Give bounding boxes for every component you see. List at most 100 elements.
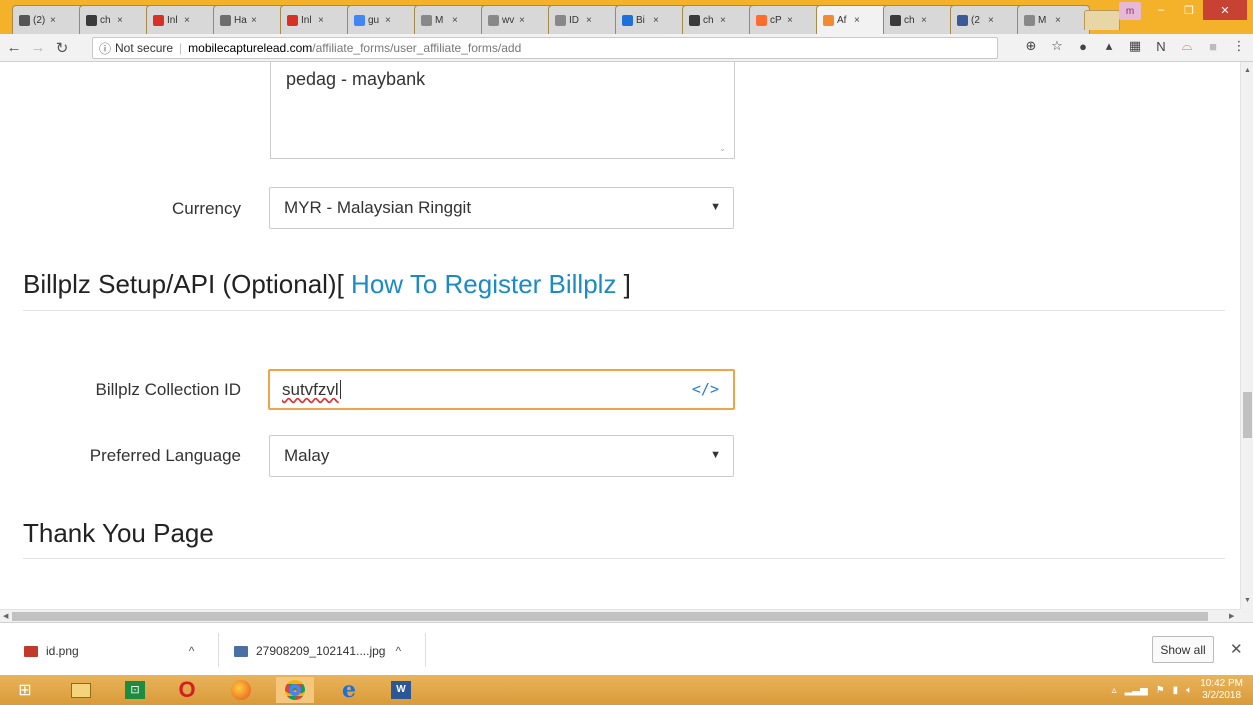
extension-n-icon[interactable]: N: [1153, 39, 1169, 54]
extension-grid-icon[interactable]: ▦: [1127, 38, 1143, 54]
register-billplz-link[interactable]: How To Register Billplz: [351, 269, 616, 299]
tab-favicon-icon: [622, 14, 633, 26]
browser-tab[interactable]: Bi ×: [615, 5, 688, 34]
battery-icon[interactable]: ▮: [1173, 685, 1179, 696]
code-icon[interactable]: </>: [692, 380, 719, 398]
store-icon[interactable]: ⊡: [116, 677, 154, 703]
show-all-button[interactable]: Show all: [1152, 636, 1214, 663]
browser-tab[interactable]: M ×: [1017, 5, 1090, 34]
tab-close-icon[interactable]: ×: [385, 15, 391, 26]
collection-id-label: Billplz Collection ID: [95, 380, 242, 399]
scroll-right-icon[interactable]: ▶: [1229, 612, 1234, 620]
tab-label: Af: [837, 15, 847, 26]
scroll-down-icon[interactable]: ▼: [1244, 597, 1251, 604]
minimize-icon[interactable]: ‒: [1147, 0, 1175, 20]
tab-close-icon[interactable]: ×: [921, 15, 927, 26]
extension-ship-icon[interactable]: ▴: [1101, 38, 1117, 54]
tray-expand-icon[interactable]: ▵: [1112, 685, 1117, 696]
download-separator: [218, 633, 219, 667]
bookmark-star-icon[interactable]: ☆: [1049, 38, 1065, 54]
forward-icon[interactable]: →: [28, 39, 48, 56]
horizontal-scrollbar[interactable]: ◀ ▶: [0, 609, 1240, 622]
flag-icon[interactable]: ⚑: [1156, 685, 1165, 696]
language-select[interactable]: Malay ▼: [269, 435, 734, 477]
tab-label: (2: [971, 14, 980, 26]
browser-tab[interactable]: (2 ×: [950, 5, 1023, 34]
browser-tab[interactable]: ch ×: [883, 5, 956, 34]
horizontal-scroll-thumb[interactable]: [12, 612, 1208, 621]
window-controls: m ‒ ❐ ✕: [1119, 0, 1247, 22]
address-bar[interactable]: ⓘ Not secure | mobilecapturelead.com /af…: [92, 37, 998, 59]
chevron-up-icon[interactable]: ^: [395, 644, 401, 658]
tab-close-icon[interactable]: ×: [586, 15, 592, 26]
signal-icon[interactable]: ▂▃▅: [1125, 685, 1148, 696]
start-icon[interactable]: ⊞: [6, 677, 44, 703]
clock[interactable]: 10:42 PM 3/2/2018: [1200, 678, 1243, 702]
info-icon[interactable]: ⓘ: [99, 40, 111, 57]
security-label: Not secure: [115, 41, 174, 55]
menu-icon[interactable]: ⋮: [1231, 38, 1247, 54]
tab-close-icon[interactable]: ×: [787, 15, 793, 26]
browser-tab[interactable]: ch ×: [79, 5, 152, 34]
zoom-icon[interactable]: ⊕: [1023, 38, 1039, 54]
browser-tab[interactable]: Inl ×: [280, 5, 353, 34]
tab-close-icon[interactable]: ×: [184, 15, 190, 26]
opera-icon[interactable]: O: [168, 677, 206, 703]
billplz-title-suffix: ]: [616, 269, 631, 299]
collection-id-input[interactable]: sutvfzvl </>: [268, 369, 735, 410]
browser-tab[interactable]: ch ×: [682, 5, 755, 34]
bank-details-text: pedag - maybank: [286, 69, 426, 89]
browser-tab[interactable]: (2) ×: [12, 5, 85, 34]
tab-favicon-icon: [823, 15, 834, 26]
tab-close-icon[interactable]: ×: [988, 15, 994, 26]
reload-icon[interactable]: ↻: [52, 39, 72, 57]
profile-button[interactable]: m: [1119, 2, 1141, 20]
back-icon[interactable]: ←: [4, 39, 24, 56]
browser-tab[interactable]: wv ×: [481, 5, 554, 34]
tab-close-icon[interactable]: ×: [50, 15, 56, 26]
browser-tab[interactable]: Af ×: [816, 5, 889, 35]
internet-explorer-icon[interactable]: e: [330, 677, 368, 703]
word-icon[interactable]: W: [382, 677, 420, 703]
browser-tab[interactable]: Inl ×: [146, 5, 219, 34]
chrome-icon[interactable]: [276, 677, 314, 703]
scroll-left-icon[interactable]: ◀: [3, 612, 8, 620]
tab-close-icon[interactable]: ×: [117, 15, 123, 26]
tab-close-icon[interactable]: ×: [1055, 15, 1061, 26]
tab-label: M: [435, 14, 444, 26]
extension-gray-icon[interactable]: ■: [1205, 39, 1221, 54]
windows-taskbar: ⊞ ⊡ O e W ▵ ▂▃▅ ⚑ ▮ 🔈︎ 10:42 PM 3/2/2018: [0, 675, 1253, 705]
new-tab-button[interactable]: [1084, 10, 1120, 30]
vertical-scroll-thumb[interactable]: [1243, 392, 1252, 438]
restore-icon[interactable]: ❐: [1175, 0, 1203, 20]
download-item[interactable]: id.png ^: [24, 638, 194, 664]
currency-select[interactable]: MYR - Malaysian Ringgit ▼: [269, 187, 734, 229]
tab-close-icon[interactable]: ×: [720, 15, 726, 26]
download-item[interactable]: 27908209_102141....jpg ^: [234, 638, 401, 664]
browser-tab[interactable]: M ×: [414, 5, 487, 34]
extension-dark-icon[interactable]: ●: [1075, 39, 1091, 54]
tab-label: M: [1038, 14, 1047, 26]
tab-close-icon[interactable]: ×: [452, 15, 458, 26]
browser-tab[interactable]: Ha ×: [213, 5, 286, 34]
tab-close-icon[interactable]: ×: [251, 15, 257, 26]
extension-pocket-icon[interactable]: ⌓: [1179, 38, 1195, 54]
tab-close-icon[interactable]: ×: [854, 15, 860, 26]
scroll-up-icon[interactable]: ▲: [1244, 67, 1251, 74]
browser-tab[interactable]: ID ×: [548, 5, 621, 34]
window-close-icon[interactable]: ✕: [1203, 0, 1247, 20]
volume-icon[interactable]: 🔈︎: [1186, 685, 1192, 696]
file-explorer-icon[interactable]: [62, 677, 100, 703]
bank-details-textarea[interactable]: pedag - maybank ⌄: [270, 62, 735, 159]
browser-tab[interactable]: gu ×: [347, 5, 420, 34]
tab-close-icon[interactable]: ×: [519, 15, 525, 26]
tab-close-icon[interactable]: ×: [318, 15, 324, 26]
chevron-up-icon[interactable]: ^: [189, 644, 195, 658]
tab-close-icon[interactable]: ×: [653, 15, 659, 26]
resize-handle-icon[interactable]: ⌄: [719, 144, 726, 153]
vertical-scrollbar[interactable]: ▲ ▼: [1240, 62, 1253, 609]
firefox-icon[interactable]: [222, 677, 260, 703]
close-icon[interactable]: ✕: [1230, 640, 1243, 658]
tab-favicon-icon: [1024, 14, 1035, 26]
browser-tab[interactable]: cP ×: [749, 5, 822, 34]
